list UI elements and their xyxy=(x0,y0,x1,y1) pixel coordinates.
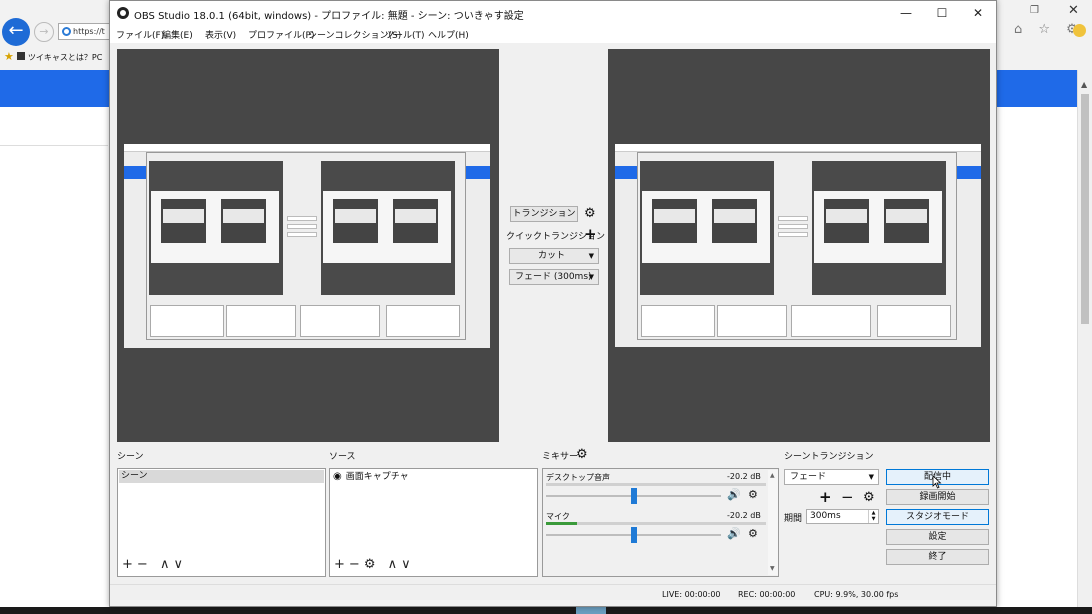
maximize-button[interactable]: ☐ xyxy=(924,4,960,22)
page-icon xyxy=(16,52,25,60)
scene-item[interactable]: シーン xyxy=(119,470,324,483)
browser-back-button[interactable]: ← xyxy=(2,18,30,46)
source-item[interactable]: ◉ 画面キャプチャ xyxy=(331,470,536,483)
browser-favorites-bar: ★ ツイキャスとは？PC xyxy=(4,50,124,64)
fade-transition-combo[interactable]: フェード (300ms) ▼ xyxy=(509,269,599,285)
speaker-icon[interactable]: 🔊 xyxy=(727,488,741,501)
scenes-panel: シーン +− ∧∨ xyxy=(117,468,326,577)
slider-knob[interactable] xyxy=(630,527,637,543)
menu-tools[interactable]: ツール(T) xyxy=(385,28,425,41)
title-bar: OBS Studio 18.0.1 (64bit, windows) - プロフ… xyxy=(110,1,996,25)
duration-label: 期間 xyxy=(784,514,803,524)
transition-select[interactable]: フェード ▼ xyxy=(784,469,879,485)
spin-arrows-icon[interactable]: ▲ ▼ xyxy=(868,510,878,523)
cut-transition-combo[interactable]: カット ▼ xyxy=(509,248,599,264)
track-db: -20.2 dB xyxy=(727,511,761,520)
window-title: OBS Studio 18.0.1 (64bit, windows) - プロフ… xyxy=(134,11,524,22)
site-icon xyxy=(62,27,71,36)
track-gear-icon[interactable]: ⚙ xyxy=(748,527,758,540)
rec-timer: REC: 00:00:00 xyxy=(738,590,796,599)
volume-meter xyxy=(546,522,766,525)
program-canvas[interactable] xyxy=(608,49,990,442)
add-scene-icon[interactable]: + xyxy=(122,557,137,572)
close-button[interactable]: ✕ xyxy=(960,4,996,22)
studio-mode-button[interactable]: スタジオモード xyxy=(886,509,989,525)
obs-window: OBS Studio 18.0.1 (64bit, windows) - プロフ… xyxy=(109,0,997,607)
taskbar xyxy=(0,607,1092,614)
menu-profile[interactable]: プロファイル(P) xyxy=(248,28,314,41)
eye-icon[interactable]: ◉ xyxy=(333,471,342,482)
volume-meter xyxy=(546,483,766,486)
minimize-button[interactable]: — xyxy=(888,4,924,22)
browser-scrollbar[interactable]: ▲ xyxy=(1077,70,1092,610)
menu-bar: ファイル(F) 編集(E) 表示(V) プロファイル(P) シーンコレクション(… xyxy=(110,25,996,43)
volume-slider[interactable] xyxy=(546,488,721,504)
taskbar-item[interactable] xyxy=(576,607,606,614)
scroll-thumb[interactable] xyxy=(1081,94,1089,324)
move-down-icon[interactable]: ∨ xyxy=(173,557,187,572)
smiley-icon[interactable] xyxy=(1073,24,1086,37)
source-properties-gear-icon[interactable]: ⚙ xyxy=(364,557,380,572)
move-down-icon[interactable]: ∨ xyxy=(401,557,415,572)
remove-scene-icon[interactable]: − xyxy=(137,557,152,572)
slider-knob[interactable] xyxy=(630,488,637,504)
track-gear-icon[interactable]: ⚙ xyxy=(748,488,758,501)
volume-slider[interactable] xyxy=(546,527,721,543)
transition-properties-gear-icon[interactable]: ⚙ xyxy=(863,491,875,504)
menu-edit[interactable]: 編集(E) xyxy=(162,28,193,41)
duration-spinbox[interactable]: 300ms ▲ ▼ xyxy=(806,509,879,524)
remove-source-icon[interactable]: − xyxy=(349,557,364,572)
browser-divider xyxy=(0,145,108,146)
chevron-down-icon: ▼ xyxy=(868,473,874,481)
browser-forward-button[interactable]: → xyxy=(34,22,54,42)
favorite-link[interactable]: ツイキャスとは？PC xyxy=(28,53,102,62)
chevron-down-icon: ▼ xyxy=(588,273,594,281)
scenes-toolbar: +− ∧∨ xyxy=(122,557,187,572)
track-name: デスクトップ音声 xyxy=(546,473,610,482)
scenes-title: シーン xyxy=(117,452,144,462)
add-quick-transition-icon[interactable]: + xyxy=(584,227,597,242)
favorites-star-icon[interactable]: ★ xyxy=(4,50,14,63)
live-timer: LIVE: 00:00:00 xyxy=(662,590,721,599)
scene-transitions-title: シーントランジション xyxy=(784,452,874,462)
exit-button[interactable]: 終了 xyxy=(886,549,989,565)
browser-close-icon[interactable]: ✕ xyxy=(1068,3,1079,18)
meter-level xyxy=(546,522,577,525)
mixer-panel: デスクトップ音声 -20.2 dB 🔊 ⚙ マイク -20.2 dB 🔊 ⚙ ▲… xyxy=(542,468,779,577)
chevron-down-icon: ▼ xyxy=(588,252,594,260)
program-screenshot xyxy=(615,144,981,347)
add-transition-icon[interactable]: + xyxy=(819,490,832,505)
obs-logo-icon xyxy=(117,7,129,19)
settings-button[interactable]: 設定 xyxy=(886,529,989,545)
preview-screenshot xyxy=(124,144,490,348)
add-source-icon[interactable]: + xyxy=(334,557,349,572)
sources-toolbar: +−⚙ ∧∨ xyxy=(334,557,415,572)
start-recording-button[interactable]: 録画開始 xyxy=(886,489,989,505)
track-db: -20.2 dB xyxy=(727,472,761,481)
mixer-gear-icon[interactable]: ⚙ xyxy=(576,448,588,461)
menu-help[interactable]: ヘルプ(H) xyxy=(428,28,469,41)
scroll-up-icon[interactable]: ▲ xyxy=(770,472,775,479)
scroll-up-icon[interactable]: ▲ xyxy=(1081,80,1087,89)
speaker-icon[interactable]: 🔊 xyxy=(727,527,741,540)
menu-file[interactable]: ファイル(F) xyxy=(116,28,164,41)
sources-panel: ◉ 画面キャプチャ +−⚙ ∧∨ xyxy=(329,468,538,577)
transition-settings-gear-icon[interactable]: ⚙ xyxy=(584,207,596,220)
cpu-usage: CPU: 9.9%, 30.00 fps xyxy=(814,590,899,599)
scroll-down-icon[interactable]: ▼ xyxy=(770,565,775,572)
mixer-title: ミキサー xyxy=(542,452,579,462)
track-name: マイク xyxy=(546,512,570,521)
sources-title: ソース xyxy=(329,452,356,462)
mouse-cursor-icon xyxy=(932,475,942,489)
move-up-icon[interactable]: ∧ xyxy=(388,557,402,572)
mixer-scrollbar[interactable]: ▲ ▼ xyxy=(768,470,778,575)
menu-view[interactable]: 表示(V) xyxy=(205,28,236,41)
move-up-icon[interactable]: ∧ xyxy=(160,557,174,572)
status-bar: LIVE: 00:00:00 REC: 00:00:00 CPU: 9.9%, … xyxy=(110,584,996,606)
preview-canvas[interactable] xyxy=(117,49,499,442)
transition-button[interactable]: トランジション xyxy=(510,206,578,222)
browser-restore-icon[interactable]: ❐ xyxy=(1030,5,1039,16)
remove-transition-icon[interactable]: − xyxy=(841,490,854,505)
